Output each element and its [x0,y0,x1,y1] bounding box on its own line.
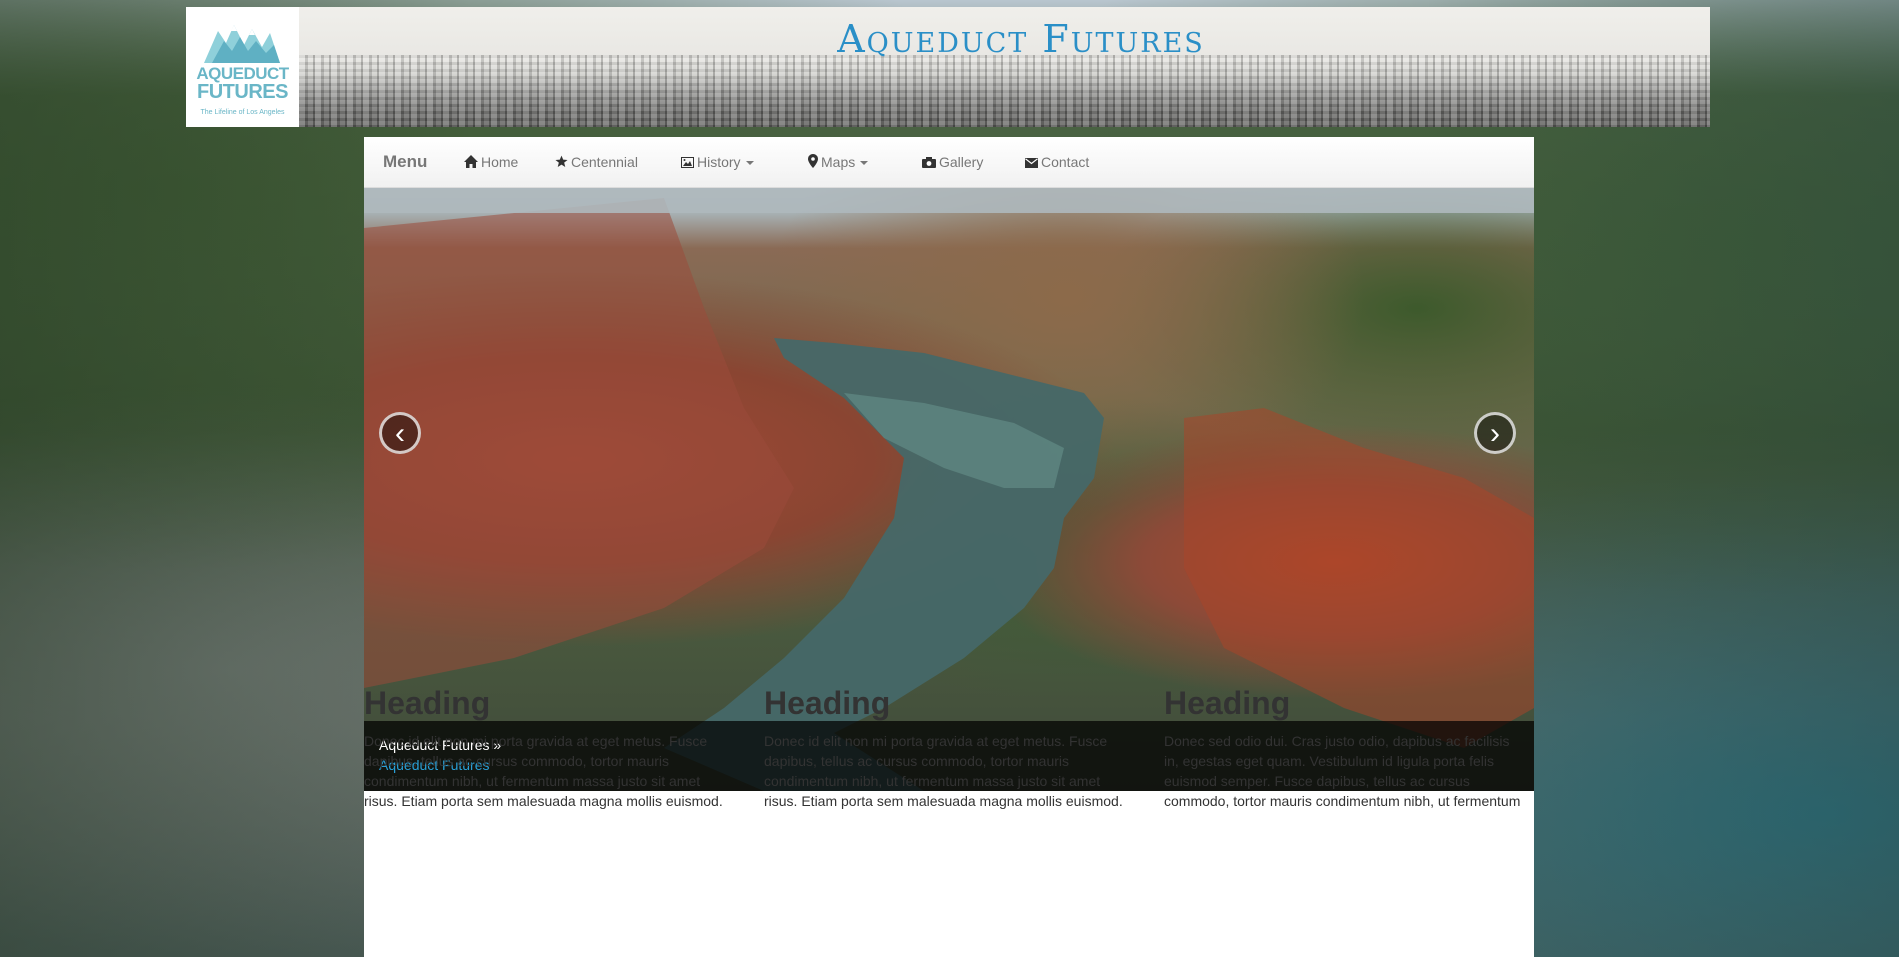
star-icon [555,155,568,167]
site-logo[interactable]: AQUEDUCT FUTURES The Lifeline of Los Ang… [186,7,299,127]
column-heading: Heading [1164,685,1291,721]
nav-item-centennial[interactable]: Centennial [555,154,638,170]
nav-item-home[interactable]: Home [464,154,518,170]
carousel-prev-button[interactable]: ‹ [379,412,421,454]
picture-icon [681,157,694,168]
home-icon [464,155,478,168]
logo-tagline: The Lifeline of Los Angeles [200,109,285,116]
nav-label-maps: Maps [821,154,856,170]
navbar: Menu Home Centennial History Maps Galler… [364,137,1534,188]
navbar-brand[interactable]: Menu [383,152,427,172]
feature-column-3: Heading Donec sed odio dui. Cras justo o… [1164,685,1524,811]
camera-icon [922,157,936,168]
nav-label-centennial: Centennial [571,154,638,170]
chevron-down-icon [745,161,754,165]
column-heading: Heading [364,685,491,721]
logo-wordmark: AQUEDUCT FUTURES [186,65,299,103]
column-text: Donec id elit non mi porta gravida at eg… [364,733,723,809]
map-marker-icon [808,154,818,168]
city-skyline-image [299,55,1710,127]
nav-item-contact[interactable]: Contact [1025,154,1089,170]
feature-column-2: Heading Donec id elit non mi porta gravi… [764,685,1124,811]
nav-label-home: Home [481,154,519,170]
nav-label-contact: Contact [1041,154,1090,170]
logo-line-1: AQUEDUCT [196,64,289,83]
column-heading: Heading [764,685,891,721]
nav-item-history[interactable]: History [681,154,754,170]
chevron-down-icon [860,161,869,165]
carousel-next-button[interactable]: › [1474,412,1516,454]
column-text: Donec sed odio dui. Cras justo odio, dap… [1164,733,1521,809]
nav-label-gallery: Gallery [939,154,984,170]
envelope-icon [1025,158,1038,168]
nav-item-maps[interactable]: Maps [808,154,869,170]
nav-item-gallery[interactable]: Gallery [922,154,983,170]
site-title[interactable]: Aqueduct Futures [186,17,1856,61]
mountains-logo-icon [204,25,280,63]
logo-line-2: FUTURES [197,81,288,103]
feature-column-1: Heading Donec id elit non mi porta gravi… [364,685,724,811]
main-container: Menu Home Centennial History Maps Galler… [364,137,1534,957]
column-text: Donec id elit non mi porta gravida at eg… [764,733,1123,809]
nav-label-history: History [697,154,741,170]
header-banner: Aqueduct Futures [186,7,1710,127]
